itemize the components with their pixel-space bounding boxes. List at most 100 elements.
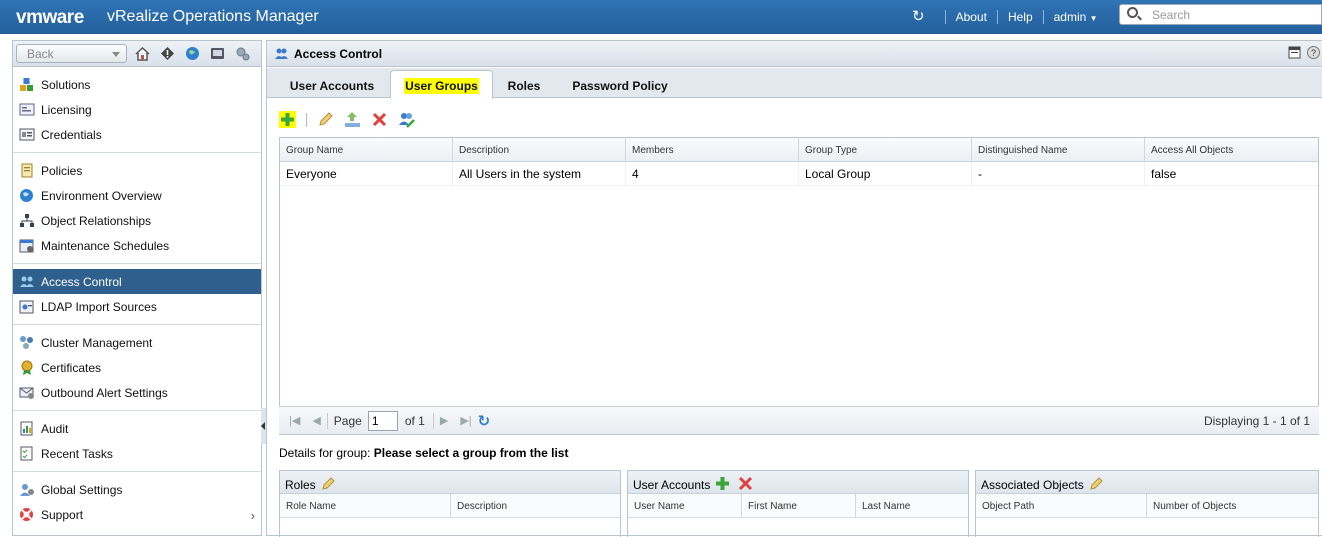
nav-label: Maintenance Schedules xyxy=(41,238,170,253)
tab-password-policy[interactable]: Password Policy xyxy=(561,73,679,98)
column-header[interactable]: Group Type xyxy=(799,138,972,162)
nav-item-support[interactable]: Support › xyxy=(13,502,261,527)
tab-label: User Accounts xyxy=(289,79,375,93)
app-title: vRealize Operations Manager xyxy=(107,8,319,25)
nav-item-cluster-management[interactable]: Cluster Management xyxy=(13,330,261,355)
page-count: of 1 xyxy=(404,413,425,428)
top-links: ↻ About Help admin ▼ xyxy=(912,9,1098,25)
nav-item-solutions[interactable]: Solutions xyxy=(13,72,261,97)
table-cell: Everyone xyxy=(280,162,453,185)
edit-icon[interactable] xyxy=(1089,476,1104,494)
column-header[interactable]: Last Name xyxy=(856,494,968,518)
nav-label: Environment Overview xyxy=(41,188,162,203)
delete-icon[interactable] xyxy=(371,111,388,128)
main-header: Access Control ? xyxy=(267,41,1322,67)
nav-item-credentials[interactable]: Credentials xyxy=(13,122,261,147)
column-header[interactable]: Number of Objects xyxy=(1147,494,1318,518)
roles-panel: Roles Role Name Description xyxy=(279,470,621,537)
user-menu[interactable]: admin ▼ xyxy=(1054,10,1098,24)
left-toolbar: Back xyxy=(13,41,261,67)
refresh-icon[interactable]: ↻ xyxy=(912,9,925,24)
tab-user-groups[interactable]: User Groups xyxy=(390,70,493,99)
global-settings-icon xyxy=(19,482,35,497)
column-header[interactable]: Description xyxy=(453,138,626,162)
add-icon[interactable] xyxy=(715,476,730,494)
nav-item-certificates[interactable]: Certificates xyxy=(13,355,261,380)
first-page-icon[interactable]: |◀ xyxy=(289,414,300,427)
table-cell: All Users in the system xyxy=(453,162,626,185)
grid-toolbar xyxy=(279,111,415,128)
tab-roles[interactable]: Roles xyxy=(499,73,549,98)
home-icon[interactable] xyxy=(135,46,150,61)
svg-text:?: ? xyxy=(1311,48,1316,58)
tasks-icon xyxy=(19,446,35,461)
tab-label: User Groups xyxy=(404,78,479,94)
maximize-icon[interactable] xyxy=(1288,46,1301,62)
pagination-bar: |◀ ◀ Page of 1 ▶ ▶| ↻ Displaying 1 - 1 o… xyxy=(279,406,1319,434)
next-page-icon[interactable]: ▶ xyxy=(440,414,448,427)
search-input[interactable]: Search xyxy=(1119,4,1322,25)
nav-label: Certificates xyxy=(41,360,102,375)
last-page-icon[interactable]: ▶| xyxy=(460,414,471,427)
environment-icon[interactable] xyxy=(185,46,200,61)
add-icon[interactable] xyxy=(279,111,296,128)
main-panel: Access Control ? User Accounts User Grou… xyxy=(266,40,1322,537)
help-link[interactable]: Help xyxy=(1008,10,1033,24)
nav-item-global-settings[interactable]: Global Settings xyxy=(13,477,261,502)
nav-item-audit[interactable]: Audit xyxy=(13,416,261,441)
column-header[interactable]: Access All Objects xyxy=(1145,138,1318,162)
column-header[interactable]: Object Path xyxy=(976,494,1147,518)
divider xyxy=(306,112,307,127)
edit-icon[interactable] xyxy=(317,111,334,128)
nav-label: Support xyxy=(41,507,84,522)
nav-item-ldap-import-sources[interactable]: LDAP Import Sources xyxy=(13,294,261,319)
delete-icon[interactable] xyxy=(738,476,753,494)
refresh-icon[interactable]: ↻ xyxy=(478,412,491,430)
column-header[interactable]: User Name xyxy=(628,494,742,518)
import-icon[interactable] xyxy=(344,111,361,128)
details-label: Details for group: Please select a group… xyxy=(279,446,568,460)
column-header[interactable]: Distinguished Name xyxy=(972,138,1145,162)
nav-group-audit: Audit Recent Tasks xyxy=(13,411,261,472)
panel-title: User Accounts xyxy=(633,477,711,492)
tab-label: Roles xyxy=(507,79,541,93)
column-header[interactable]: Group Name xyxy=(280,138,453,162)
page-number-input[interactable] xyxy=(367,410,398,431)
content-icon[interactable] xyxy=(210,46,225,61)
details-value: Please select a group from the list xyxy=(373,446,569,460)
tab-user-accounts[interactable]: User Accounts xyxy=(277,73,387,98)
nav-item-access-control[interactable]: Access Control xyxy=(13,269,261,294)
nav-label: Audit xyxy=(41,421,69,436)
nav-item-maintenance-schedules[interactable]: Maintenance Schedules xyxy=(13,233,261,258)
grid-header: Group Name Description Members Group Typ… xyxy=(280,138,1318,162)
nav-item-recent-tasks[interactable]: Recent Tasks xyxy=(13,441,261,466)
nav-item-environment-overview[interactable]: Environment Overview xyxy=(13,183,261,208)
divider xyxy=(1042,10,1044,24)
column-header[interactable]: Role Name xyxy=(280,494,451,518)
chevron-right-icon[interactable]: › xyxy=(251,508,255,523)
displaying-count: Displaying 1 - 1 of 1 xyxy=(1203,414,1310,428)
manage-users-icon[interactable] xyxy=(398,111,415,128)
table-row[interactable]: Everyone All Users in the system 4 Local… xyxy=(280,162,1318,186)
divider xyxy=(432,412,434,429)
alerts-icon[interactable] xyxy=(160,46,175,61)
column-header[interactable]: Description xyxy=(451,494,620,518)
column-header[interactable]: First Name xyxy=(742,494,856,518)
top-bar: vmware vRealize Operations Manager ↻ Abo… xyxy=(0,0,1322,34)
page-title: Access Control xyxy=(294,47,383,61)
nav-item-policies[interactable]: Policies xyxy=(13,158,261,183)
nav-item-licensing[interactable]: Licensing xyxy=(13,97,261,122)
associated-objects-panel-header: Associated Objects xyxy=(976,471,1318,494)
column-header[interactable]: Members xyxy=(626,138,799,162)
administration-icon[interactable] xyxy=(235,46,250,61)
help-icon[interactable]: ? xyxy=(1307,46,1320,62)
roles-columns: Role Name Description xyxy=(280,494,620,518)
certificate-icon xyxy=(19,360,35,375)
prev-page-icon[interactable]: ◀ xyxy=(312,414,320,427)
nav-item-object-relationships[interactable]: Object Relationships xyxy=(13,208,261,233)
about-link[interactable]: About xyxy=(956,10,987,24)
back-dropdown[interactable]: Back xyxy=(16,44,127,63)
nav-item-outbound-alert-settings[interactable]: Outbound Alert Settings xyxy=(13,380,261,405)
policies-icon xyxy=(19,163,35,178)
edit-icon[interactable] xyxy=(321,476,336,494)
